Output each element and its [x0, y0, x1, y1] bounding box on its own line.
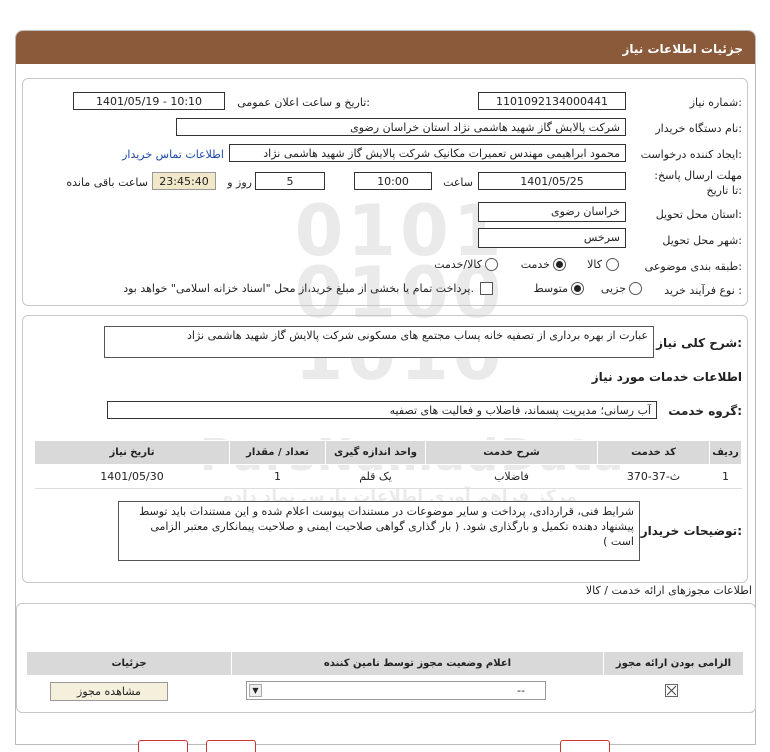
creator-label: ایجاد کننده درخواست:: [640, 148, 742, 161]
deadline-time-label: ساعت: [443, 176, 473, 189]
service-group-label: گروه خدمت:: [668, 404, 742, 418]
col-required: الزامی بودن ارائه مجوز: [603, 651, 744, 676]
announce-label: تاریخ و ساعت اعلان عمومی:: [237, 96, 370, 109]
deadline-time-field: 10:00: [354, 172, 432, 190]
required-checkbox: [665, 684, 678, 697]
process-option-medium: متوسط: [533, 282, 568, 295]
info-panel: [22, 78, 748, 306]
dropdown-arrow-icon: ▼: [249, 684, 262, 697]
permits-table-header: الزامی بودن ارائه مجوز اعلام وضعیت مجوز …: [26, 651, 744, 676]
city-field: سرخس: [478, 228, 626, 248]
creator-field: محمود ابراهیمی مهندس تعمیرات مکانیک شرکت…: [229, 144, 626, 162]
province-label: استان محل تحویل:: [655, 208, 742, 221]
services-table: ردیف کد خدمت شرح خدمت واحد اندازه گیری ت…: [34, 440, 742, 489]
cell-unit: یک قلم: [325, 464, 426, 489]
cell-code: ث-37-370: [597, 464, 710, 489]
cell-row: 1: [709, 464, 742, 489]
buyer-field: شرکت پالایش گاز شهید هاشمی نژاد استان خر…: [176, 118, 626, 136]
col-qty: تعداد / مقدار: [229, 440, 326, 465]
category-radio-goods-service[interactable]: [485, 258, 498, 271]
summary-field: عبارت از بهره برداری از تصفیه خانه پساب …: [104, 326, 654, 358]
category-option-goods: کالا: [587, 258, 602, 271]
remaining-time-field: 23:45:40: [152, 172, 216, 190]
col-desc: شرح خدمت: [425, 440, 598, 465]
permits-title: اطلاعات مجوزهای ارائه خدمت / کالا: [585, 584, 752, 597]
process-option-minor: جزیی: [600, 282, 626, 295]
col-unit: واحد اندازه گیری: [325, 440, 426, 465]
category-option-service: خدمت: [520, 258, 550, 271]
col-code: کد خدمت: [597, 440, 710, 465]
need-number-label: شماره نیاز:: [689, 96, 742, 109]
treasury-payment-checkbox[interactable]: [480, 282, 493, 295]
category-radio-goods[interactable]: [606, 258, 619, 271]
permit-status-select[interactable]: -- ▼: [246, 681, 546, 700]
col-details: جزئیات: [26, 651, 232, 676]
col-date: تاریخ نیاز: [34, 440, 230, 465]
permit-status-value: --: [517, 684, 525, 697]
cell-desc: فاضلاب: [425, 464, 598, 489]
col-status: اعلام وضعیت مجوز توسط نامین کننده: [231, 651, 604, 676]
deadline-label: مهلت ارسال پاسخ: تا تاریخ:: [654, 169, 742, 197]
category-option-goods-service: کالا/خدمت: [434, 258, 482, 271]
action-button-right[interactable]: [560, 740, 610, 752]
category-label: طبقه بندی موضوعی:: [644, 260, 742, 273]
services-table-header: ردیف کد خدمت شرح خدمت واحد اندازه گیری ت…: [34, 440, 742, 465]
page-title: جزئیات اطلاعات نیاز: [16, 31, 755, 64]
category-radio-service[interactable]: [553, 258, 566, 271]
table-row: 1 ث-37-370 فاضلاب یک قلم 1 1401/05/30: [34, 464, 742, 489]
cell-date: 1401/05/30: [34, 464, 230, 489]
process-radio-medium[interactable]: [571, 282, 584, 295]
buyer-label: نام دستگاه خریدار:: [655, 122, 742, 135]
deadline-date-field: 1401/05/25: [478, 172, 626, 190]
city-label: شهر محل تحویل:: [662, 234, 742, 247]
service-group-field: آب رسانی؛ مدیریت پسماند، فاضلاب و فعالیت…: [107, 401, 657, 419]
buyer-notes-label: توضیحات خریدار:: [640, 524, 742, 538]
view-permit-button[interactable]: مشاهده مجوز: [50, 682, 168, 701]
permits-table: الزامی بودن ارائه مجوز اعلام وضعیت مجوز …: [26, 651, 744, 676]
province-field: خراسان رضوی: [478, 202, 626, 222]
services-title: اطلاعات خدمات مورد نیاز: [591, 370, 742, 384]
payment-note: پرداخت تمام یا بخشی از مبلغ خرید،از محل …: [123, 282, 474, 295]
remaining-label: ساعت باقی مانده: [66, 176, 148, 189]
process-radio-minor[interactable]: [629, 282, 642, 295]
cell-qty: 1: [229, 464, 326, 489]
days-field: 5: [255, 172, 325, 190]
process-label: نوع فرآیند خرید :: [664, 284, 742, 297]
announce-field: 1401/05/19 - 10:10: [73, 92, 225, 110]
col-row: ردیف: [709, 440, 742, 465]
action-button-middle[interactable]: [206, 740, 256, 752]
buyer-notes-field: شرایط فنی، قراردادی، پرداخت و سایر موضوع…: [118, 501, 640, 561]
action-button-left[interactable]: [138, 740, 188, 752]
days-label: روز و: [227, 176, 252, 189]
summary-label: شرح کلی نیاز:: [656, 336, 742, 350]
contact-buyer-link[interactable]: اطلاعات تماس خریدار: [110, 148, 224, 161]
need-number-field: 1101092134000441: [478, 92, 626, 110]
